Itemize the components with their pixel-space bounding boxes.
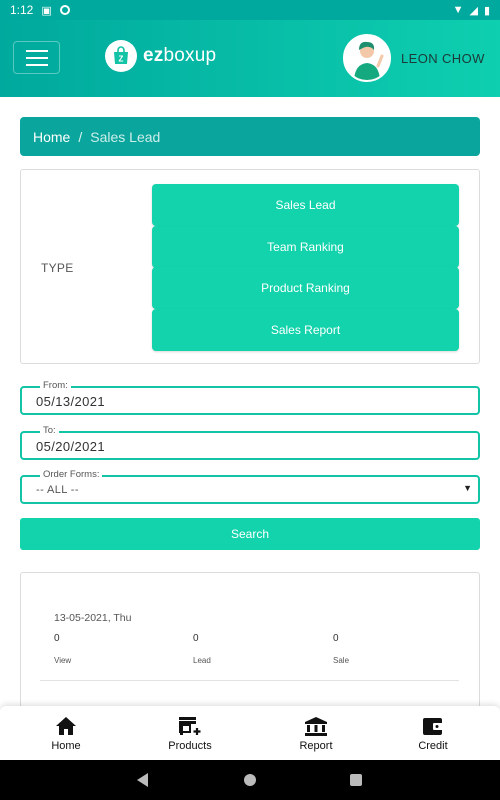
app-header: Z ezboxup LEON CHOW [0,20,500,97]
battery-icon: ▮ [483,4,490,17]
status-bar: 1:12 ▣ ▼ ◢ ▮ [0,0,500,20]
nav-products-label: Products [168,740,212,752]
recents-icon[interactable] [350,774,362,786]
from-date-label: From: [40,380,71,392]
from-date-value[interactable]: 05/13/2021 [36,394,105,409]
to-date-label: To: [40,425,59,437]
nav-credit[interactable]: Credit [383,714,483,752]
breadcrumb-current: Sales Lead [90,128,161,145]
store-add-icon [140,714,240,736]
results-card: 13-05-2021, Thu 0 View 0 Lead 0 Sale [20,572,480,722]
type-label: TYPE [41,261,74,275]
menu-icon-line [25,49,48,52]
stat-sale-value: 0 [333,633,339,644]
nav-home-label: Home [51,740,81,752]
bank-icon [266,714,366,736]
result-date: 13-05-2021, Thu [54,612,132,624]
nav-home[interactable]: Home [16,714,116,752]
type-option-sales-report[interactable]: Sales Report [152,309,459,351]
stat-sale: 0 Sale [333,633,393,665]
home-icon [16,714,116,736]
stat-lead-label: Lead [193,656,211,665]
home-circle-icon[interactable] [244,774,256,786]
divider [40,680,459,681]
type-option-team-ranking[interactable]: Team Ranking [152,226,459,268]
stat-sale-label: Sale [333,656,350,665]
stat-lead: 0 Lead [193,633,253,665]
bottom-nav: Home Products Report Credit [0,706,500,760]
stat-view-label: View [54,656,72,665]
to-date-value[interactable]: 05/20/2021 [36,439,105,454]
type-option-sales-lead[interactable]: Sales Lead [152,184,459,226]
sync-icon [59,5,70,15]
search-button[interactable]: Search [20,518,480,550]
order-forms-label: Order Forms: [40,469,103,481]
stat-view-value: 0 [54,633,60,644]
nav-products[interactable]: Products [140,714,240,752]
menu-icon-line [25,56,48,59]
dropdown-caret-icon: ▼ [463,483,472,493]
breadcrumb: Home / Sales Lead [20,117,480,156]
notification-icon: ▣ [41,4,52,17]
nav-report-label: Report [299,740,333,752]
breadcrumb-home[interactable]: Home [33,129,70,145]
wifi-icon: ▼ [452,4,464,16]
logo-text-rest: boxup [163,45,217,66]
menu-button[interactable] [13,41,60,74]
from-date-field[interactable]: From: 05/13/2021 [20,380,480,415]
nav-credit-label: Credit [418,740,448,752]
menu-icon-line [25,63,48,66]
logo-text: ezboxup [143,45,216,67]
type-card: TYPE Sales Lead Team Ranking Product Ran… [20,169,480,364]
signal-icon: ◢ [469,4,478,17]
logo-bag-icon: Z [105,40,137,72]
wallet-icon [383,714,483,736]
svg-text:Z: Z [119,55,124,64]
stat-view: 0 View [54,633,114,665]
nav-report[interactable]: Report [266,714,366,752]
order-forms-select[interactable]: Order Forms: -- ALL -- ▼ [20,469,480,504]
back-icon[interactable] [137,773,148,787]
app-logo[interactable]: Z ezboxup [105,40,216,72]
to-date-field[interactable]: To: 05/20/2021 [20,425,480,460]
system-nav-bar [0,760,500,800]
type-option-product-ranking[interactable]: Product Ranking [152,267,459,309]
stat-lead-value: 0 [193,633,199,644]
user-name[interactable]: LEON CHOW [401,51,485,66]
order-forms-value[interactable]: -- ALL -- [36,484,79,496]
breadcrumb-separator: / [78,128,83,145]
user-avatar[interactable] [343,34,391,82]
status-time: 1:12 [10,3,34,17]
logo-text-bold: ez [143,45,164,66]
